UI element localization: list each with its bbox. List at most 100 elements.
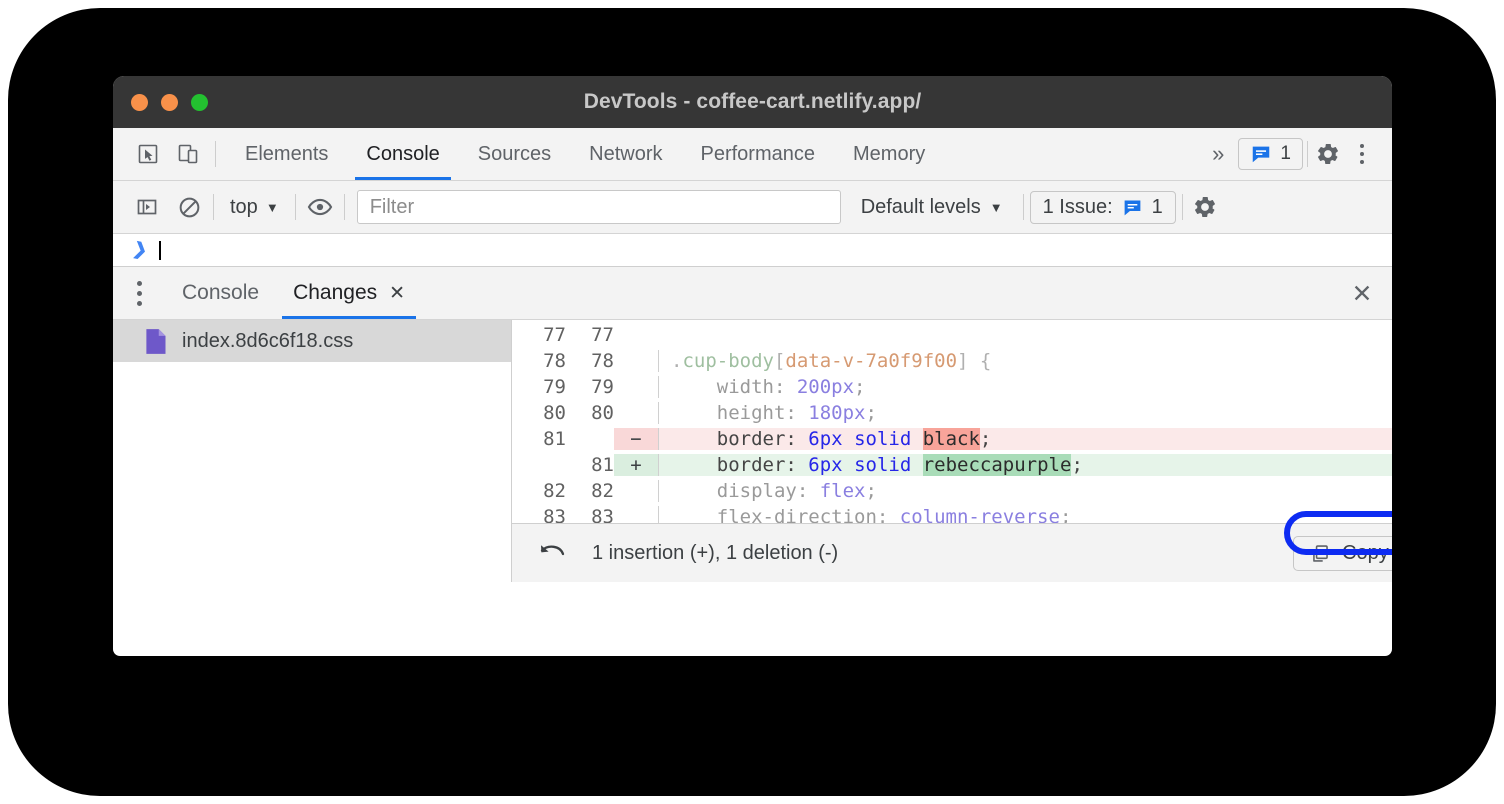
diff-code-line: flex-direction: column-reverse; xyxy=(658,506,1392,523)
console-toolbar-divider-2 xyxy=(295,194,296,220)
code-token: ; xyxy=(865,480,876,502)
console-settings-gear-icon[interactable] xyxy=(1189,191,1221,223)
code-token: cup-body xyxy=(682,350,774,372)
log-levels-select[interactable]: Default levels ▼ xyxy=(847,196,1017,219)
list-item[interactable]: index.8d6c6f18.css xyxy=(113,320,511,362)
execution-context-select[interactable]: top ▼ xyxy=(220,196,289,219)
code-token: ; xyxy=(1060,506,1071,523)
undo-arrow-icon[interactable] xyxy=(534,536,570,570)
chevron-down-icon-levels: ▼ xyxy=(990,200,1003,215)
drawer-tab-changes[interactable]: Changes ✕ xyxy=(276,267,422,319)
code-token: height: xyxy=(671,402,808,424)
tab-network[interactable]: Network xyxy=(570,128,681,180)
copy-button[interactable]: Copy xyxy=(1293,536,1392,571)
window-title: DevTools - coffee-cart.netlify.app/ xyxy=(584,90,922,114)
filter-placeholder: Filter xyxy=(370,196,414,219)
issues-message-icon-small xyxy=(1122,197,1143,218)
tab-sources-label: Sources xyxy=(478,143,551,166)
drawer-tabbar: Console Changes ✕ xyxy=(113,267,1392,320)
diff-line-number-original: 80 xyxy=(512,402,566,424)
code-token: . xyxy=(671,350,682,372)
chevron-down-icon: ▼ xyxy=(266,200,279,215)
file-name: index.8d6c6f18.css xyxy=(182,330,353,353)
device-toolbar-icon[interactable] xyxy=(171,137,205,171)
diff-row-ctx: 7878.cup-body[data-v-7a0f9f00] { xyxy=(512,348,1392,374)
diff-line-number-original: 83 xyxy=(512,506,566,523)
issues-counter-button[interactable]: 1 Issue: 1 xyxy=(1030,191,1176,224)
tab-network-label: Network xyxy=(589,143,662,166)
diff-line-number-modified: 82 xyxy=(566,480,614,502)
code-token: flex xyxy=(820,480,866,502)
console-prompt-row[interactable]: ❯ xyxy=(113,234,1392,266)
code-token: [ xyxy=(774,350,785,372)
inspect-element-icon[interactable] xyxy=(131,137,165,171)
diff-line-number-modified: 81 xyxy=(566,454,614,476)
code-token: black xyxy=(923,428,980,450)
tab-console[interactable]: Console xyxy=(347,128,458,180)
window-traffic-lights xyxy=(131,76,208,128)
code-token: border: xyxy=(671,454,808,476)
console-toolbar: top ▼ Filter Default levels ▼ 1 Issue: xyxy=(113,181,1392,234)
code-token: 180px xyxy=(808,402,865,424)
code-token: { xyxy=(968,350,991,372)
copy-button-label: Copy xyxy=(1342,542,1389,565)
gear-icon[interactable] xyxy=(1312,138,1344,170)
screenshot-stage: DevTools - coffee-cart.netlify.app/ xyxy=(0,0,1504,804)
diff-marker: + xyxy=(614,454,658,476)
code-token: solid xyxy=(854,428,911,450)
main-tabbar-right-controls: » 1 xyxy=(1202,128,1392,180)
drawer-tab-console[interactable]: Console xyxy=(165,267,276,319)
css-file-icon xyxy=(145,328,168,355)
drawer-more-options-icon[interactable] xyxy=(113,267,165,319)
tab-memory-label: Memory xyxy=(853,143,925,166)
code-token: 6px xyxy=(808,454,842,476)
code-token: flex-direction: xyxy=(671,506,900,523)
more-tabs-chevron-icon[interactable]: » xyxy=(1202,141,1234,167)
diff-line-number-original: 77 xyxy=(512,324,566,346)
changes-file-list: index.8d6c6f18.css xyxy=(113,320,512,582)
close-window-button[interactable] xyxy=(131,94,148,111)
code-token: rebeccapurple xyxy=(923,454,1072,476)
changes-panel: index.8d6c6f18.css 77777878.cup-body[dat… xyxy=(113,320,1392,582)
devtools-tool-icons xyxy=(113,128,215,180)
code-token: ; xyxy=(1071,454,1082,476)
kebab-menu-icon[interactable] xyxy=(1348,137,1376,171)
filter-input[interactable]: Filter xyxy=(357,190,841,224)
diff-rows-container[interactable]: 77777878.cup-body[data-v-7a0f9f00] {7979… xyxy=(512,320,1392,523)
console-toolbar-divider-4 xyxy=(1023,194,1024,220)
minimize-window-button[interactable] xyxy=(161,94,178,111)
diff-row-ctx: 8282 display: flex; xyxy=(512,478,1392,504)
issues-counter-label: 1 Issue: xyxy=(1043,196,1113,219)
diff-line-number-modified: 79 xyxy=(566,376,614,398)
close-drawer-button[interactable] xyxy=(1332,267,1392,319)
code-token: border: xyxy=(671,428,808,450)
code-token: 6px xyxy=(808,428,842,450)
diff-code-line: display: flex; xyxy=(658,480,1392,502)
diff-marker: − xyxy=(614,428,658,450)
tab-sources[interactable]: Sources xyxy=(459,128,570,180)
diff-line-number-original: 81 xyxy=(512,428,566,450)
console-sidebar-icon[interactable] xyxy=(129,190,165,224)
diff-status-bar: 1 insertion (+), 1 deletion (-) Copy xyxy=(512,523,1392,582)
issues-badge[interactable]: 1 xyxy=(1238,138,1303,170)
diff-row-ctx: 8383 flex-direction: column-reverse; xyxy=(512,504,1392,523)
console-toolbar-divider-1 xyxy=(213,194,214,220)
diff-line-number-modified: 83 xyxy=(566,506,614,523)
code-token: data-v-7a0f9f00 xyxy=(785,350,957,372)
code-token: ] xyxy=(957,350,968,372)
execution-context-label: top xyxy=(230,196,258,219)
diff-row-ctx: 7777 xyxy=(512,322,1392,348)
tab-elements[interactable]: Elements xyxy=(226,128,347,180)
diff-code-line: border: 6px solid rebeccapurple; xyxy=(658,454,1392,476)
maximize-window-button[interactable] xyxy=(191,94,208,111)
diff-line-number-original: 79 xyxy=(512,376,566,398)
diff-summary-text: 1 insertion (+), 1 deletion (-) xyxy=(592,542,838,565)
live-expression-eye-icon[interactable] xyxy=(302,190,338,224)
diff-row-ctx: 8080 height: 180px; xyxy=(512,400,1392,426)
tab-memory[interactable]: Memory xyxy=(834,128,944,180)
close-changes-tab-icon[interactable]: ✕ xyxy=(389,282,405,305)
clear-console-icon[interactable] xyxy=(171,190,207,224)
toolbar-divider xyxy=(215,141,216,167)
tab-performance[interactable]: Performance xyxy=(682,128,835,180)
window-titlebar: DevTools - coffee-cart.netlify.app/ xyxy=(113,76,1392,128)
